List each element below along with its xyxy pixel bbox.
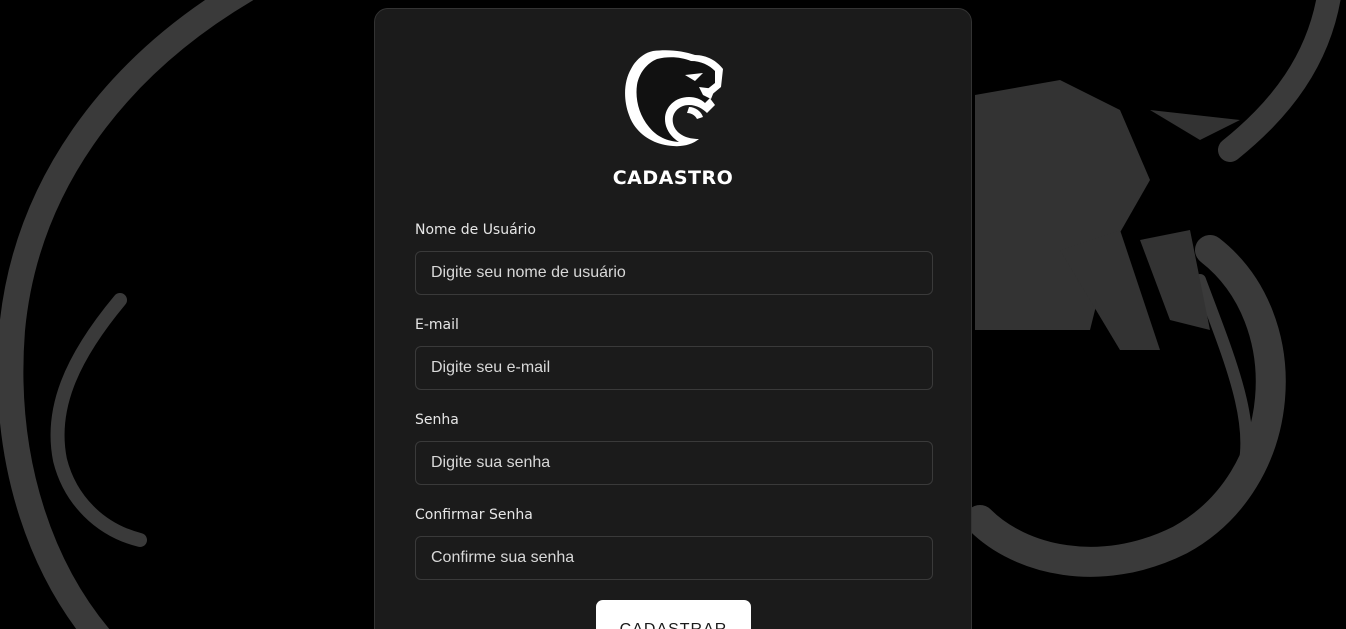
email-label: E-mail <box>415 317 459 333</box>
email-input[interactable] <box>415 346 933 390</box>
page-title: CADASTRO <box>612 167 734 189</box>
panther-logo-icon <box>625 50 723 147</box>
password-input[interactable] <box>415 441 933 485</box>
username-label: Nome de Usuário <box>415 222 536 238</box>
signup-card: CADASTRO Nome de Usuário E-mail Senha Co… <box>374 8 972 629</box>
confirm-password-label: Confirmar Senha <box>415 507 533 523</box>
password-label: Senha <box>415 412 459 428</box>
confirm-password-input[interactable] <box>415 536 933 580</box>
page: CADASTRO Nome de Usuário E-mail Senha Co… <box>0 0 1346 629</box>
username-input[interactable] <box>415 251 933 295</box>
register-button[interactable]: CADASTRAR <box>596 600 751 629</box>
